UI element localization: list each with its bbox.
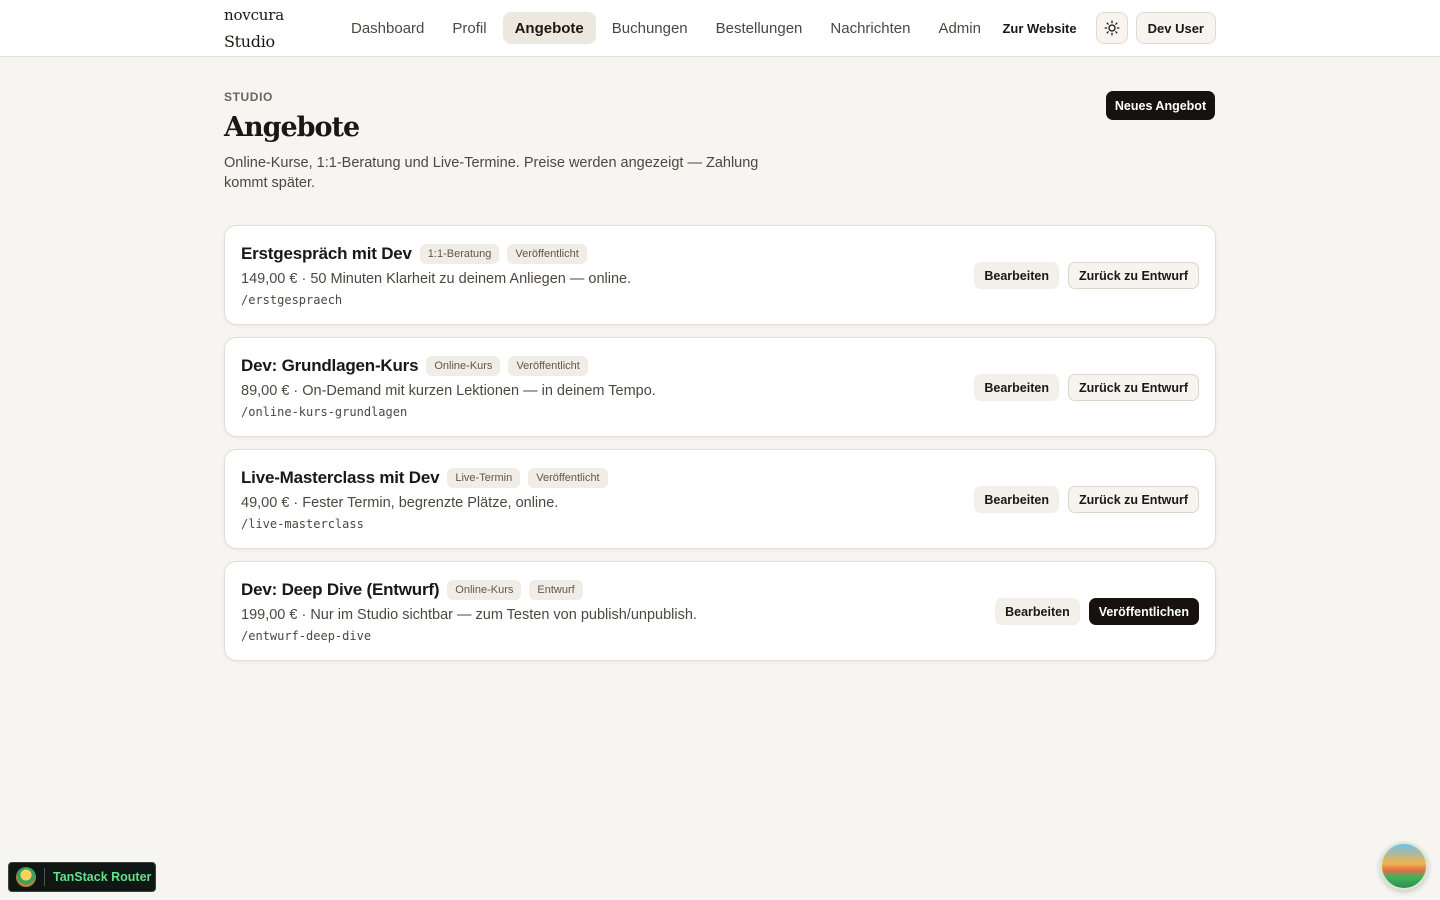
offer-slug: /erstgespraech xyxy=(241,293,343,307)
publish-button[interactable]: Veröffentlichen xyxy=(1088,598,1199,625)
offer-actions: Bearbeiten Zurück zu Entwurf xyxy=(974,486,1199,513)
unpublish-button[interactable]: Zurück zu Entwurf xyxy=(1067,486,1199,513)
offer-status-badge: Veröffentlicht xyxy=(508,356,588,376)
page-title: Angebote xyxy=(224,112,360,143)
nav-item-dashboard[interactable]: Dashboard xyxy=(339,12,436,44)
new-offer-button[interactable]: Neues Angebot xyxy=(1106,91,1215,120)
header-actions: Zur Website Dev User xyxy=(992,12,1216,44)
unpublish-button[interactable]: Zurück zu Entwurf xyxy=(1067,374,1199,401)
nav-item-profil[interactable]: Profil xyxy=(440,12,498,44)
offer-title: Dev: Grundlagen-Kurs xyxy=(241,356,419,375)
offer-slug: /online-kurs-grundlagen xyxy=(241,405,408,419)
offer-card-header: Dev: Deep Dive (Entwurf) Online-Kurs Ent… xyxy=(241,579,591,601)
devtools-divider xyxy=(44,868,45,886)
offer-status-badge: Veröffentlicht xyxy=(507,244,587,264)
sun-icon xyxy=(1104,20,1120,36)
offer-actions: Bearbeiten Veröffentlichen xyxy=(995,598,1199,625)
query-devtools-button[interactable] xyxy=(1380,842,1428,890)
tanstack-logo-icon xyxy=(16,867,36,887)
edit-offer-button[interactable]: Bearbeiten xyxy=(974,262,1059,289)
page-eyebrow: STUDIO xyxy=(224,90,273,104)
offer-card: Dev: Deep Dive (Entwurf) Online-Kurs Ent… xyxy=(224,561,1216,661)
offer-status-badge: Entwurf xyxy=(529,580,583,600)
offer-status-badge: Veröffentlicht xyxy=(528,468,608,488)
unpublish-button[interactable]: Zurück zu Entwurf xyxy=(1067,262,1199,289)
offer-type-badge: Online-Kurs xyxy=(447,580,522,600)
brand-subtitle: Studio xyxy=(224,32,275,51)
nav-item-nachrichten[interactable]: Nachrichten xyxy=(818,12,922,44)
website-link[interactable]: Zur Website xyxy=(992,12,1086,44)
offer-card-header: Erstgespräch mit Dev 1:1-Beratung Veröff… xyxy=(241,243,595,265)
top-bar: novcura Studio Dashboard Profil Angebote… xyxy=(0,0,1440,57)
offer-card: Dev: Grundlagen-Kurs Online-Kurs Veröffe… xyxy=(224,337,1216,437)
offer-description: 149,00 € · 50 Minuten Klarheit zu deinem… xyxy=(241,271,632,287)
edit-offer-button[interactable]: Bearbeiten xyxy=(974,486,1059,513)
brand-name: novcura xyxy=(224,6,284,24)
offer-slug: /entwurf-deep-dive xyxy=(241,629,372,643)
offer-type-badge: Online-Kurs xyxy=(426,356,501,376)
offer-card: Erstgespräch mit Dev 1:1-Beratung Veröff… xyxy=(224,225,1216,325)
offer-description: 199,00 € · Nur im Studio sichtbar — zum … xyxy=(241,607,697,623)
offer-card-header: Dev: Grundlagen-Kurs Online-Kurs Veröffe… xyxy=(241,355,596,377)
devtools-label: TanStack Router xyxy=(53,870,152,884)
brand-logo[interactable]: novcura Studio xyxy=(224,6,284,50)
offer-title: Live-Masterclass mit Dev xyxy=(241,468,440,487)
page-description: Online-Kurse, 1:1-Beratung und Live-Term… xyxy=(224,155,759,191)
main-nav: Dashboard Profil Angebote Buchungen Best… xyxy=(339,12,997,44)
offer-slug: /live-masterclass xyxy=(241,517,364,531)
offer-title: Dev: Deep Dive (Entwurf) xyxy=(241,580,440,599)
nav-item-bestellungen[interactable]: Bestellungen xyxy=(704,12,815,44)
edit-offer-button[interactable]: Bearbeiten xyxy=(974,374,1059,401)
offer-type-badge: 1:1-Beratung xyxy=(419,244,500,264)
nav-item-buchungen[interactable]: Buchungen xyxy=(600,12,700,44)
offer-type-badge: Live-Termin xyxy=(447,468,521,488)
edit-offer-button[interactable]: Bearbeiten xyxy=(995,598,1080,625)
offer-card-header: Live-Masterclass mit Dev Live-Termin Ver… xyxy=(241,467,616,489)
offer-card: Live-Masterclass mit Dev Live-Termin Ver… xyxy=(224,449,1216,549)
nav-item-admin[interactable]: Admin xyxy=(926,12,993,44)
router-devtools-toggle[interactable]: TanStack Router xyxy=(8,862,156,892)
nav-item-angebote[interactable]: Angebote xyxy=(502,12,596,44)
offer-title: Erstgespräch mit Dev xyxy=(241,244,412,263)
offer-actions: Bearbeiten Zurück zu Entwurf xyxy=(974,374,1199,401)
offer-description: 89,00 € · On-Demand mit kurzen Lektionen… xyxy=(241,383,656,399)
user-menu-button[interactable]: Dev User xyxy=(1135,12,1216,44)
offer-actions: Bearbeiten Zurück zu Entwurf xyxy=(974,262,1199,289)
offer-description: 49,00 € · Fester Termin, begrenzte Plätz… xyxy=(241,495,559,511)
theme-toggle-button[interactable] xyxy=(1095,12,1128,44)
